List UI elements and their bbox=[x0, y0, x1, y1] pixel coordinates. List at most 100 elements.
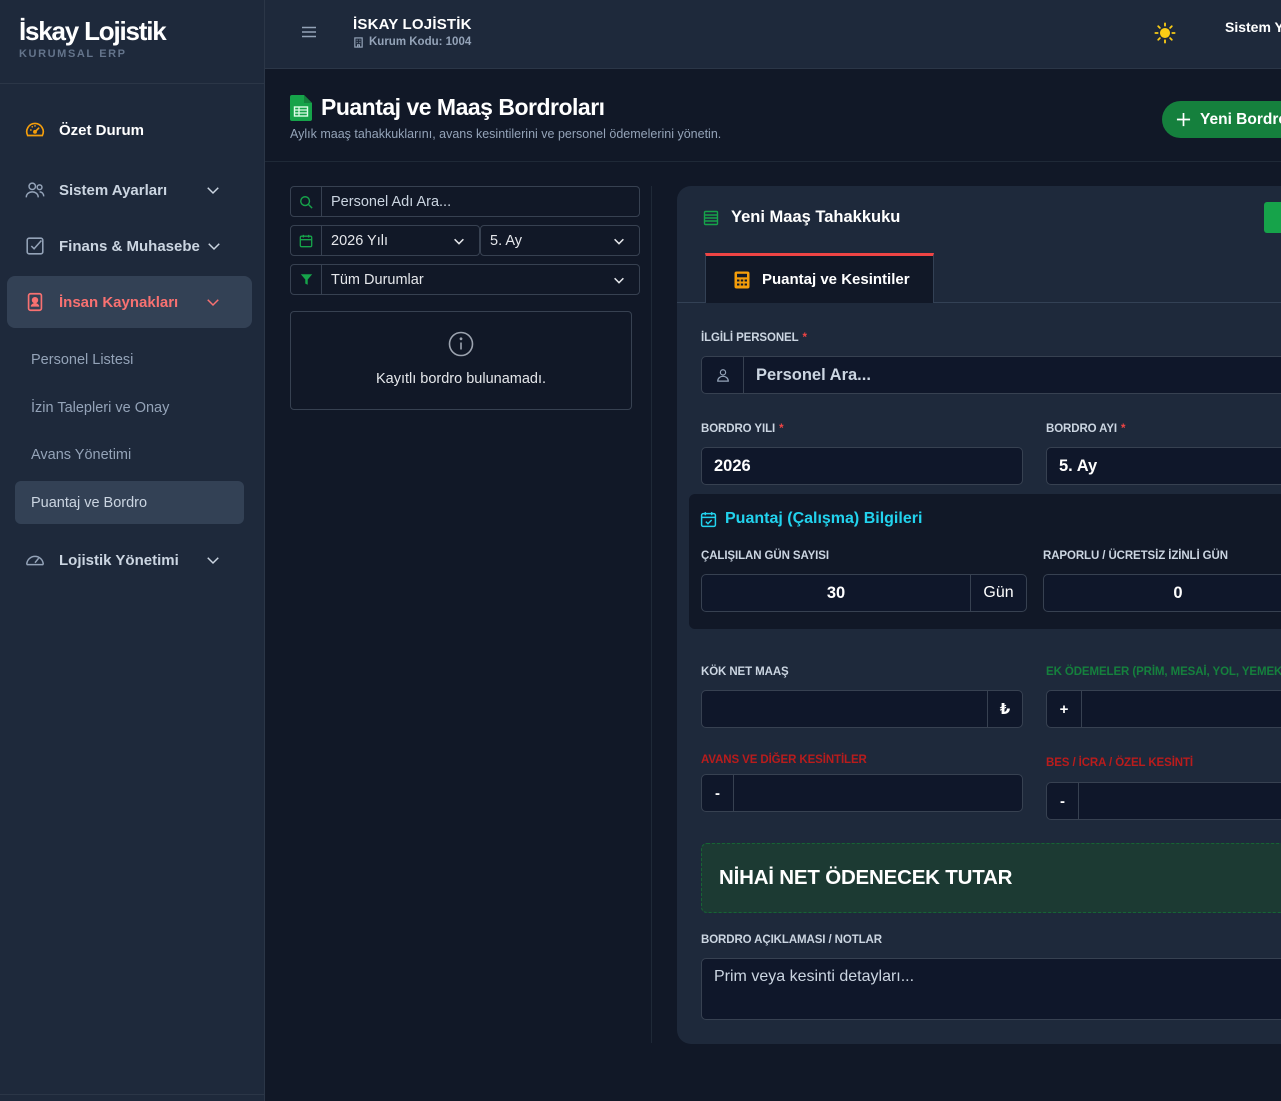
bes-deductions-label: BES / İCRA / ÖZEL KESİNTİ bbox=[1046, 757, 1194, 769]
base-salary-label: KÖK NET MAAŞ bbox=[701, 666, 789, 678]
advance-deductions-label: AVANS VE DİĞER KESİNTİLER bbox=[701, 754, 867, 766]
days-unit-addon: Gün bbox=[970, 575, 1026, 611]
puantaj-title: Puantaj (Çalışma) Bilgileri bbox=[700, 510, 922, 528]
calendar-icon-addon bbox=[291, 226, 322, 255]
year-select-value: 2026 Yılı bbox=[331, 232, 388, 249]
final-net-amount-box: NİHAİ NET ÖDENECEK TUTAR bbox=[701, 843, 1281, 913]
user-icon-addon bbox=[702, 357, 744, 393]
tab-label: Puantaj ve Kesintiler bbox=[762, 271, 910, 288]
save-button[interactable] bbox=[1264, 202, 1281, 233]
list-icon bbox=[703, 210, 719, 225]
brand-title: İskay Lojistik bbox=[19, 16, 167, 46]
users-icon bbox=[25, 182, 45, 198]
checkbox-icon bbox=[26, 237, 44, 255]
tab-puantaj-kesintiler[interactable]: Puantaj ve Kesintiler bbox=[705, 253, 934, 303]
required-marker: * bbox=[779, 423, 784, 435]
sidebar-item-label: İnsan Kaynakları bbox=[59, 293, 179, 311]
year-select[interactable]: 2026 Yılı bbox=[290, 225, 480, 256]
base-salary-input[interactable]: ₺ bbox=[701, 690, 1023, 728]
payroll-year-input[interactable]: 2026 bbox=[701, 447, 1023, 485]
page-title-text: Puantaj ve Maaş Bordroları bbox=[321, 94, 605, 120]
sidebar-item-insan-kaynaklari[interactable]: İnsan Kaynakları bbox=[7, 276, 252, 328]
id-badge-icon bbox=[27, 292, 43, 312]
month-select[interactable]: 5. Ay bbox=[480, 225, 640, 256]
organization-code-text: Kurum Kodu: 1004 bbox=[369, 36, 472, 48]
building-icon bbox=[354, 36, 363, 48]
sidebar-subitem-izin-talepleri[interactable]: İzin Talepleri ve Onay bbox=[15, 386, 244, 429]
required-marker: * bbox=[802, 332, 808, 344]
bes-deductions-input[interactable]: - bbox=[1046, 782, 1281, 820]
month-label-text: BORDRO AYI bbox=[1046, 423, 1117, 435]
plus-icon bbox=[1176, 112, 1191, 127]
plus-addon: + bbox=[1047, 691, 1082, 727]
form-title-text: Yeni Maaş Tahakkuku bbox=[731, 208, 901, 226]
chevron-down-icon bbox=[207, 557, 219, 565]
page-title: Puantaj ve Maaş Bordroları bbox=[290, 94, 605, 121]
new-payroll-button[interactable]: Yeni Bordro bbox=[1162, 101, 1281, 138]
sidebar-item-lojistik[interactable]: Lojistik Yönetimi bbox=[7, 534, 252, 586]
speedometer-icon bbox=[26, 555, 44, 566]
hamburger-menu-icon[interactable] bbox=[301, 24, 317, 40]
sidebar-item-ozet-durum[interactable]: Özet Durum bbox=[7, 104, 252, 156]
worked-days-input[interactable]: 30 Gün bbox=[701, 574, 1027, 612]
sidebar-item-finans[interactable]: Finans & Muhasebe bbox=[7, 220, 252, 272]
minus-addon: - bbox=[702, 775, 734, 811]
personel-search-input[interactable]: Personel Adı Ara... bbox=[290, 186, 640, 217]
notes-textarea[interactable]: Prim veya kesinti detayları... bbox=[701, 958, 1281, 1020]
brand[interactable]: İskay Lojistik KURUMSAL ERP bbox=[0, 0, 264, 84]
leave-days-label: RAPORLU / ÜCRETSİZ İZİNLİ GÜN bbox=[1043, 550, 1228, 562]
puantaj-section: Puantaj (Çalışma) Bilgileri ÇALIŞILAN GÜ… bbox=[689, 494, 1281, 629]
sidebar-subitem-puantaj-bordro[interactable]: Puantaj ve Bordro bbox=[15, 481, 244, 524]
empty-message: Kayıtlı bordro bulunamadı. bbox=[375, 371, 547, 387]
worked-days-label: ÇALIŞILAN GÜN SAYISI bbox=[701, 550, 829, 562]
user-menu[interactable]: Sistem Y bbox=[1225, 19, 1281, 35]
payroll-month-select[interactable]: 5. Ay bbox=[1046, 447, 1281, 485]
topbar: İSKAY LOJİSTİK Kurum Kodu: 1004 Sistem Y bbox=[265, 0, 1281, 69]
chevron-down-icon bbox=[454, 238, 464, 245]
required-marker: * bbox=[1121, 423, 1126, 435]
calendar-check-icon bbox=[700, 511, 717, 527]
search-icon bbox=[300, 195, 313, 209]
chevron-down-icon bbox=[208, 243, 220, 251]
organization-name: İSKAY LOJİSTİK bbox=[353, 16, 472, 33]
leave-days-input[interactable]: 0 bbox=[1043, 574, 1281, 612]
column-divider bbox=[651, 186, 652, 1043]
main-content: Puantaj ve Maaş Bordroları Aylık maaş ta… bbox=[265, 69, 1281, 1101]
personel-search-field[interactable]: Personel Ara... bbox=[701, 356, 1281, 394]
sidebar-subitem-personel-listesi[interactable]: Personel Listesi bbox=[15, 338, 244, 381]
worked-days-value: 30 bbox=[826, 583, 846, 602]
organization-code: Kurum Kodu: 1004 bbox=[353, 36, 472, 48]
notes-label: BORDRO AÇIKLAMASI / NOTLAR bbox=[701, 934, 882, 946]
advance-deductions-input[interactable]: - bbox=[701, 774, 1023, 812]
currency-addon: ₺ bbox=[987, 691, 1022, 727]
personel-label: İLGİLİ PERSONEL * bbox=[701, 332, 807, 344]
chevron-down-icon bbox=[207, 299, 219, 307]
chevron-down-icon bbox=[207, 187, 219, 195]
calculator-icon bbox=[734, 271, 750, 288]
sidebar-subitem-avans-yonetimi[interactable]: Avans Yönetimi bbox=[15, 433, 244, 476]
form-tabs: Puantaj ve Kesintiler bbox=[677, 253, 1281, 303]
extra-payments-input[interactable]: + bbox=[1046, 690, 1281, 728]
calendar-icon bbox=[299, 234, 313, 247]
form-title: Yeni Maaş Tahakkuku bbox=[703, 208, 900, 227]
empty-state: Kayıtlı bordro bulunamadı. bbox=[290, 311, 632, 410]
sidebar-item-sistem-ayarlari[interactable]: Sistem Ayarları bbox=[7, 164, 252, 216]
brand-subtitle: KURUMSAL ERP bbox=[19, 48, 127, 60]
notes-placeholder: Prim veya kesinti detayları... bbox=[714, 968, 915, 985]
sun-icon[interactable] bbox=[1154, 22, 1176, 44]
search-placeholder: Personel Adı Ara... bbox=[331, 193, 452, 210]
info-icon bbox=[448, 331, 474, 357]
sidebar-footer-divider bbox=[0, 1094, 264, 1095]
chevron-down-icon bbox=[614, 238, 624, 245]
year-label-text: BORDRO YILI bbox=[701, 423, 776, 435]
sidebar-item-label: Lojistik Yönetimi bbox=[59, 551, 179, 569]
month-label: BORDRO AYI * bbox=[1046, 423, 1126, 435]
filter-icon bbox=[300, 274, 312, 285]
filter-icon-addon bbox=[291, 265, 322, 294]
personel-placeholder: Personel Ara... bbox=[756, 365, 871, 384]
organization-info: İSKAY LOJİSTİK Kurum Kodu: 1004 bbox=[353, 16, 472, 48]
puantaj-title-text: Puantaj (Çalışma) Bilgileri bbox=[725, 510, 923, 527]
status-select[interactable]: Tüm Durumlar bbox=[290, 264, 640, 295]
status-select-value: Tüm Durumlar bbox=[331, 271, 424, 288]
spreadsheet-file-icon bbox=[290, 94, 312, 121]
